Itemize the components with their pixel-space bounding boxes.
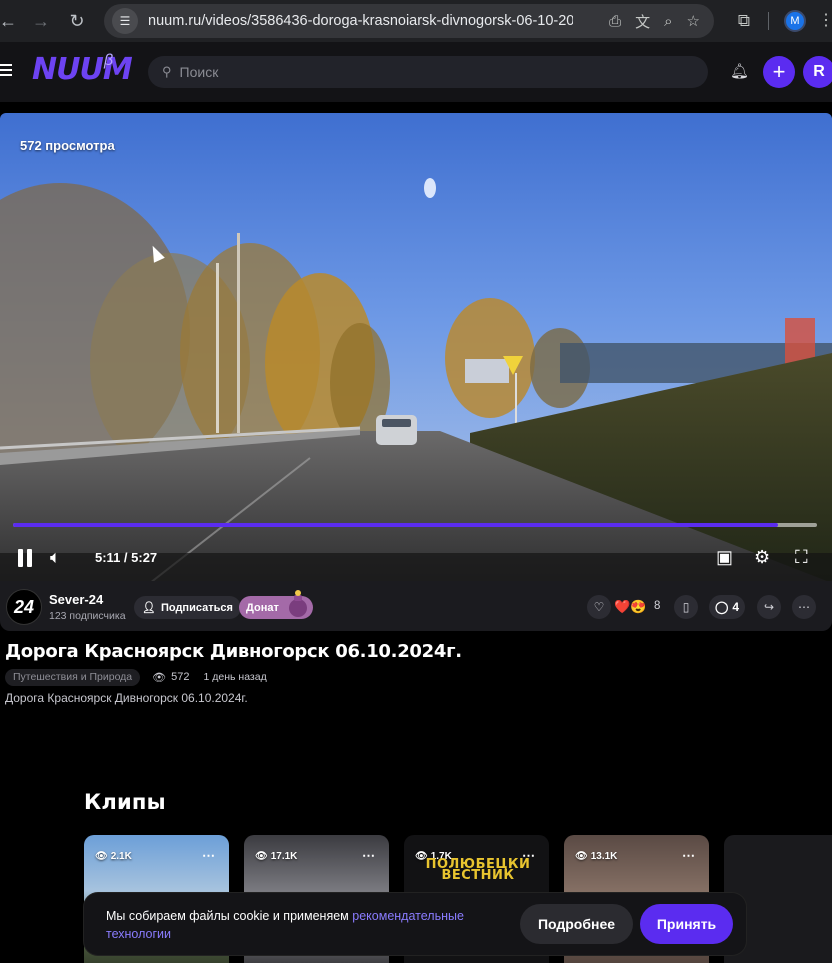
- comment-icon: ◯: [714, 600, 729, 614]
- comments-count: 4: [732, 600, 740, 614]
- video-frame: [0, 113, 832, 583]
- bookmark-star-icon[interactable]: ☆: [687, 12, 700, 30]
- more-info-button[interactable]: Подробнее: [520, 904, 633, 944]
- notifications-icon[interactable]: 🔔︎: [730, 62, 749, 80]
- eye-icon: 👁︎: [95, 851, 108, 862]
- fullscreen-icon[interactable]: ⛶: [795, 547, 808, 568]
- progress-bar[interactable]: [13, 523, 817, 527]
- search-input[interactable]: [179, 64, 680, 80]
- donate-button[interactable]: Донат: [239, 590, 313, 619]
- video-description: Дорога Красноярск Дивногорск 06.10.2024г…: [5, 691, 248, 705]
- beta-badge: β: [104, 52, 114, 69]
- translate-icon[interactable]: 文: [635, 11, 650, 32]
- pause-icon[interactable]: [18, 549, 34, 567]
- site-logo[interactable]: NUUM: [32, 52, 133, 87]
- back-icon[interactable]: ←: [0, 5, 24, 37]
- time-display: 5:11 / 5:27: [95, 550, 158, 565]
- clip-overlay-text: ПОЛЮБЕЦКИ ВЕСТНИК: [425, 857, 531, 883]
- channel-avatar[interactable]: 24: [6, 589, 42, 625]
- like-heart-icon[interactable]: ♡: [587, 595, 611, 619]
- site-header: NUUM β ⚲ 🔔︎ + R: [0, 42, 832, 102]
- toolbar-divider: [768, 12, 769, 30]
- miniplayer-icon[interactable]: ▣: [716, 547, 733, 568]
- settings-gear-icon[interactable]: ⚙: [754, 547, 770, 568]
- user-avatar[interactable]: R: [803, 56, 832, 88]
- cookie-text: Мы собираем файлы cookie и применяем: [106, 909, 349, 923]
- player-controls: 🔈︎ 5:11 / 5:27 ▣ ⚙ ⛶: [0, 543, 832, 575]
- donate-label: Донат: [246, 601, 279, 614]
- search-icon: ⚲: [162, 64, 172, 79]
- clip-views: 👁︎ 2.1K: [95, 851, 132, 862]
- cookie-message: Мы собираем файлы cookie и применяем рек…: [106, 907, 506, 943]
- address-bar[interactable]: ☰ nuum.ru/videos/3586436-doroga-krasnoia…: [104, 4, 714, 38]
- clip-views: 👁︎ 17.1K: [255, 851, 297, 862]
- category-tag[interactable]: Путешествия и Природа: [5, 668, 141, 686]
- url-text[interactable]: nuum.ru/videos/3586436-doroga-krasnoiars…: [148, 13, 573, 29]
- install-icon[interactable]: ⎙: [609, 13, 621, 30]
- extensions-icon[interactable]: ⧉: [728, 5, 760, 37]
- video-player[interactable]: 572 просмотра 🔈︎ 5:11 / 5:27 ▣ ⚙ ⛶: [0, 113, 832, 583]
- view-count: 👁︎ 572: [152, 671, 189, 684]
- browser-profile-avatar[interactable]: M: [784, 10, 806, 32]
- reaction-count: 8: [654, 600, 661, 612]
- clips-heading: Клипы: [84, 790, 166, 814]
- clip-views-value: 17.1K: [270, 851, 298, 862]
- search-bar[interactable]: ⚲: [148, 56, 708, 88]
- eye-icon: 👁︎: [152, 671, 167, 684]
- reload-icon[interactable]: ↻: [61, 5, 93, 37]
- accept-button[interactable]: Принять: [640, 904, 733, 944]
- comments-button[interactable]: ◯ 4: [709, 595, 745, 619]
- eye-icon: 👁︎: [255, 851, 268, 862]
- subscribe-button[interactable]: 👤︎ Подписаться: [134, 596, 241, 619]
- money-bag-icon: [289, 590, 307, 617]
- view-count-value: 572: [171, 671, 190, 683]
- video-meta: Путешествия и Природа 👁︎ 572 1 день наза…: [5, 668, 267, 686]
- subscribe-label: Подписаться: [160, 601, 233, 614]
- eye-icon: 👁︎: [575, 851, 588, 862]
- subscriber-count: 123 подписчика: [49, 610, 126, 622]
- muted-volume-icon[interactable]: 🔈︎: [50, 547, 61, 568]
- share-icon[interactable]: ↪: [757, 595, 781, 619]
- user-icon: 👤︎: [142, 602, 156, 614]
- publish-date: 1 день назад: [203, 671, 267, 683]
- channel-name[interactable]: Sever-24: [49, 592, 103, 607]
- clip-views-value: 2.1K: [110, 851, 132, 862]
- more-options-icon[interactable]: ⋯: [792, 595, 816, 619]
- create-button[interactable]: +: [763, 56, 795, 88]
- clip-more-icon[interactable]: ⋯: [682, 848, 695, 864]
- bookmark-icon[interactable]: ▯: [674, 595, 698, 619]
- cookie-banner: Мы собираем файлы cookie и применяем рек…: [84, 893, 746, 955]
- clip-more-icon[interactable]: ⋯: [202, 848, 215, 864]
- clip-more-icon[interactable]: ⋯: [362, 848, 375, 864]
- menu-icon[interactable]: [0, 64, 12, 76]
- zoom-icon[interactable]: ⌕: [664, 13, 672, 30]
- reactions-emoji[interactable]: ❤️😍: [614, 599, 646, 615]
- video-info-bar: 24 Sever-24 123 подписчика 👤︎ Подписатьс…: [0, 581, 832, 631]
- forward-icon[interactable]: →: [25, 5, 57, 37]
- clip-views: 👁︎ 13.1K: [575, 851, 617, 862]
- site-info-icon[interactable]: ☰: [112, 8, 138, 34]
- views-overlay: 572 просмотра: [20, 138, 115, 153]
- browser-toolbar: ← → ↻ ☰ nuum.ru/videos/3586436-doroga-kr…: [0, 0, 832, 42]
- video-title: Дорога Красноярск Дивногорск 06.10.2024г…: [5, 641, 462, 662]
- clip-views-value: 13.1K: [590, 851, 618, 862]
- progress-fill: [13, 523, 778, 527]
- browser-menu-icon[interactable]: ⋮: [818, 10, 832, 30]
